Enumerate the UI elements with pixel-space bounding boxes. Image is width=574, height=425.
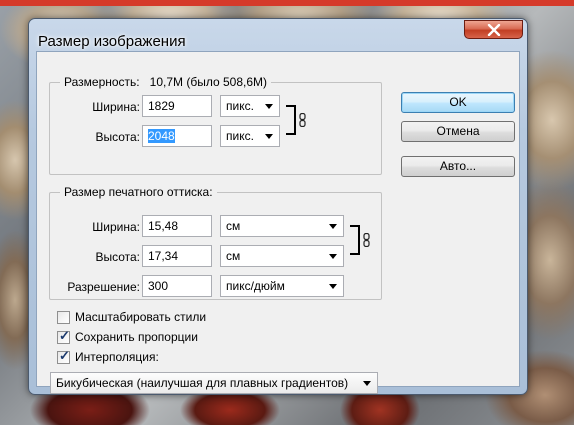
link-icon xyxy=(299,113,306,127)
dialog-body: Размерность: 10,7M (было 508,6M) Ширина:… xyxy=(36,51,520,394)
chevron-down-icon xyxy=(329,254,337,259)
print-size-legend: Размер печатного оттиска: xyxy=(60,185,217,199)
print-height-label: Высота: xyxy=(95,250,140,264)
constrain-proportions-checkbox[interactable]: ✓ xyxy=(57,328,70,344)
print-width-unit-select[interactable]: см xyxy=(220,215,344,237)
pixel-width-input[interactable]: 1829 xyxy=(142,95,212,117)
pixel-height-unit-select[interactable]: пикс. xyxy=(220,125,280,147)
chevron-down-icon xyxy=(329,284,337,289)
chevron-down-icon xyxy=(265,134,273,139)
print-width-input[interactable]: 15,48 xyxy=(142,215,212,237)
print-link-bracket xyxy=(350,225,360,255)
print-height-unit-select[interactable]: см xyxy=(220,245,344,267)
cancel-button[interactable]: Отмена xyxy=(401,121,515,142)
scale-styles-label[interactable]: Масштабировать стили xyxy=(75,310,206,324)
dialog-title: Размер изображения xyxy=(38,33,186,50)
pixel-height-input[interactable]: 2048 xyxy=(142,125,212,147)
constrain-proportions-label[interactable]: Сохранить пропорции xyxy=(75,330,198,344)
pixel-dimensions-group: Размерность: 10,7M (было 508,6M) Ширина:… xyxy=(49,75,382,175)
chevron-down-icon xyxy=(363,381,371,386)
resolution-unit-select[interactable]: пикс/дюйм xyxy=(220,275,344,297)
pixel-width-unit-select[interactable]: пикс. xyxy=(220,95,280,117)
link-icon xyxy=(363,233,370,247)
close-button[interactable] xyxy=(464,20,523,39)
pixel-dimensions-value: 10,7M (было 508,6M) xyxy=(149,75,268,89)
print-size-group: Размер печатного оттиска: Ширина: 15,48 … xyxy=(49,185,382,300)
pixel-height-label: Высота: xyxy=(95,130,140,144)
chevron-down-icon xyxy=(329,224,337,229)
chevron-down-icon xyxy=(265,104,273,109)
image-size-dialog: Размер изображения Размерность: 10,7M (б… xyxy=(28,18,528,395)
title-bar[interactable]: Размер изображения xyxy=(29,19,527,51)
auto-button[interactable]: Авто... xyxy=(401,156,515,177)
resample-label[interactable]: Интерполяция: xyxy=(75,350,159,364)
constrain-link-bracket xyxy=(286,105,296,135)
resample-checkbox[interactable]: ✓ xyxy=(57,348,70,364)
pixel-dimensions-legend: Размерность: 10,7M (было 508,6M) xyxy=(60,75,272,89)
resolution-input[interactable]: 300 xyxy=(142,275,212,297)
print-height-input[interactable]: 17,34 xyxy=(142,245,212,267)
pixel-width-label: Ширина: xyxy=(92,100,140,114)
ok-button[interactable]: OK xyxy=(401,92,515,113)
scale-styles-checkbox[interactable] xyxy=(57,311,70,324)
checkmark-icon: ✓ xyxy=(59,348,70,363)
close-icon xyxy=(487,23,500,36)
checkmark-icon: ✓ xyxy=(59,328,70,343)
print-width-label: Ширина: xyxy=(92,220,140,234)
background-strip xyxy=(0,0,574,6)
resolution-label: Разрешение: xyxy=(67,280,140,294)
resample-method-select[interactable]: Бикубическая (наилучшая для плавных град… xyxy=(50,372,378,394)
